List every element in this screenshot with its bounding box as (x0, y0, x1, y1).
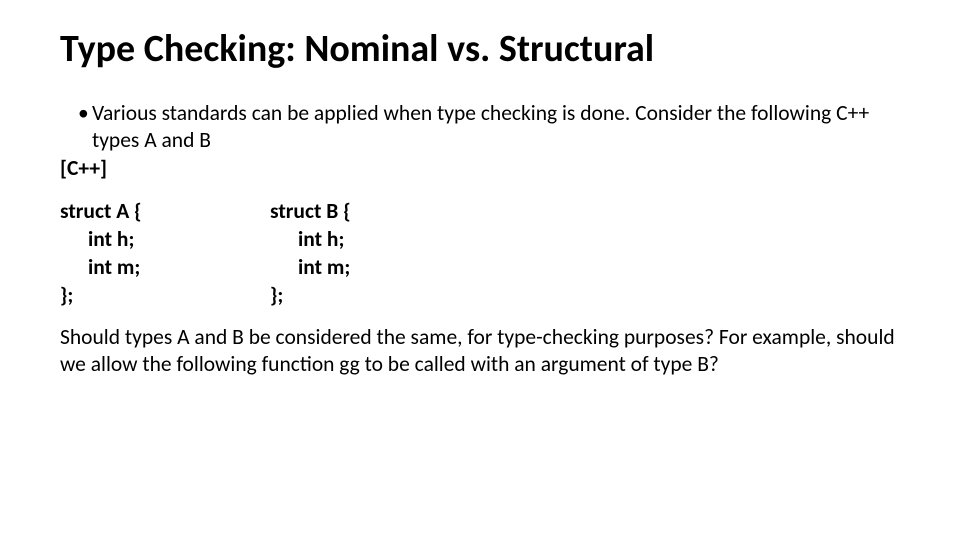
code-line: int m; (60, 254, 270, 282)
paragraph: Should types A and B be considered the s… (60, 324, 900, 378)
code-line: struct B { (270, 198, 480, 226)
code-line: }; (60, 282, 270, 310)
bullet-item: • Various standards can be applied when … (78, 100, 900, 154)
code-line: struct A { (60, 198, 270, 226)
code-line: int h; (270, 226, 480, 254)
code-struct-a: struct A { int h; int m; }; (60, 198, 270, 310)
code-struct-b: struct B { int h; int m; }; (270, 198, 480, 310)
slide-title: Type Checking: Nominal vs. Structural (60, 28, 900, 72)
language-label: [C++] (60, 155, 900, 182)
slide-body: • Various standards can be applied when … (60, 100, 900, 378)
code-line: }; (270, 282, 480, 310)
code-line: int m; (270, 254, 480, 282)
slide: Type Checking: Nominal vs. Structural • … (0, 0, 960, 540)
code-line: int h; (60, 226, 270, 254)
code-columns: struct A { int h; int m; }; struct B { i… (60, 198, 900, 310)
bullet-text: Various standards can be applied when ty… (92, 100, 900, 154)
bullet-dot-icon: • (78, 100, 92, 154)
